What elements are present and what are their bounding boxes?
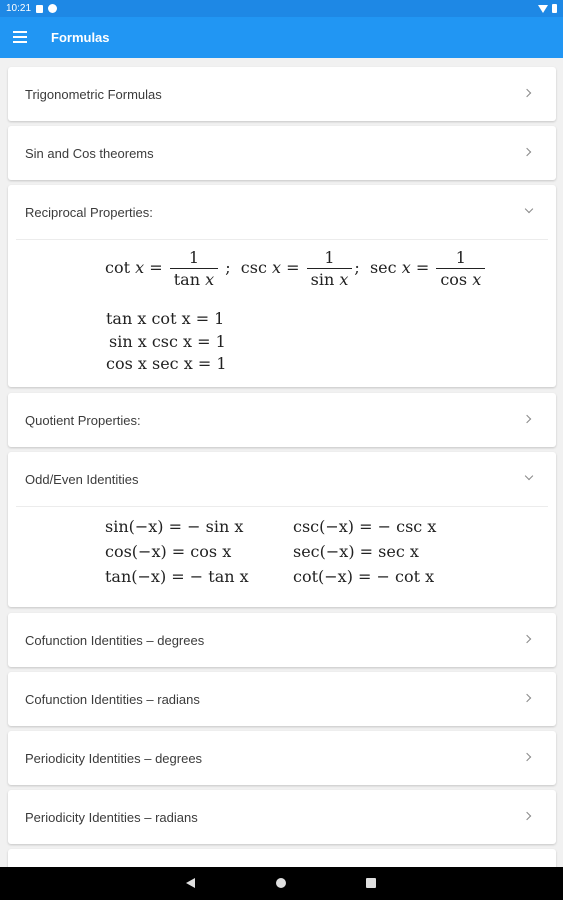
formula-list: Trigonometric Formulas Sin and Cos theor…	[0, 58, 563, 867]
section-quotient-properties[interactable]: Quotient Properties:	[8, 393, 556, 447]
home-icon[interactable]	[276, 878, 286, 888]
fraction: 1 cos x	[436, 248, 486, 289]
navigation-bar	[0, 867, 563, 900]
odd-even-identity: cot(−x) = − cot x	[293, 567, 435, 586]
section-title: Sin and Cos theorems	[25, 146, 154, 161]
odd-even-identity: sec(−x) = sec x	[293, 542, 419, 561]
back-icon[interactable]	[186, 878, 195, 888]
section-header[interactable]: Reciprocal Properties:	[8, 185, 556, 239]
odd-even-identity: tan(−x) = − tan x	[105, 567, 249, 586]
wifi-icon	[538, 4, 548, 13]
odd-even-identity: sin(−x) = − sin x	[105, 517, 244, 536]
chevron-right-icon	[522, 693, 532, 703]
section-title: Cofunction Identities – radians	[25, 692, 200, 707]
battery-icon	[552, 4, 557, 13]
section-header[interactable]: Trigonometric Formulas	[8, 67, 556, 121]
section-header[interactable]: Cofunction Identities – radians	[8, 672, 556, 726]
reciprocal-identity: cos x sec x = 1	[106, 354, 227, 373]
section-header[interactable]: Sin and Cos theorems	[8, 126, 556, 180]
section-header[interactable]: Periodicity Identities – degrees	[8, 731, 556, 785]
chevron-right-icon	[522, 811, 532, 821]
notification-icon	[36, 4, 44, 13]
status-time: 10:21	[6, 3, 32, 14]
section-periodicity-radians[interactable]: Periodicity Identities – radians	[8, 790, 556, 844]
chevron-right-icon	[522, 88, 532, 98]
odd-even-formulas: sin(−x) = − sin x cos(−x) = cos x tan(−x…	[8, 507, 556, 607]
section-title: Trigonometric Formulas	[25, 87, 162, 102]
section-header[interactable]: Quotient Properties:	[8, 393, 556, 447]
section-sin-cos-theorems[interactable]: Sin and Cos theorems	[8, 126, 556, 180]
fraction: 1 sin x	[306, 248, 353, 289]
fraction: 1 tan x	[169, 248, 219, 289]
chevron-down-icon	[524, 471, 534, 481]
reciprocal-identity: tan x cot x = 1	[106, 309, 225, 328]
chevron-right-icon	[522, 414, 532, 424]
reciprocal-formulas: cot x = 1 tan x ; csc x = 1 sin x; sec x =…	[8, 240, 556, 387]
section-reciprocal-properties: Reciprocal Properties: cot x = 1 tan x ; …	[8, 185, 556, 387]
section-title: Cofunction Identities – degrees	[25, 633, 205, 648]
section-header[interactable]: Cofunction Identities – degrees	[8, 613, 556, 667]
reciprocal-fraction-row: cot x = 1 tan x ; csc x = 1 sin x; sec x =…	[105, 248, 487, 289]
section-title: Periodicity Identities – radians	[25, 810, 198, 825]
section-title: Odd/Even Identities	[25, 472, 139, 487]
section-cofunction-radians[interactable]: Cofunction Identities – radians	[8, 672, 556, 726]
sync-icon	[48, 4, 58, 13]
section-header[interactable]: Odd/Even Identities	[8, 452, 556, 506]
section-title: Periodicity Identities – degrees	[25, 751, 203, 766]
section-cofunction-degrees[interactable]: Cofunction Identities – degrees	[8, 613, 556, 667]
odd-even-identity: csc(−x) = − csc x	[293, 517, 437, 536]
section-odd-even-identities: Odd/Even Identities sin(−x) = − sin x co…	[8, 452, 556, 607]
status-bar: 10:21	[0, 0, 563, 17]
chevron-right-icon	[522, 752, 532, 762]
section-title: Quotient Properties:	[25, 413, 141, 428]
odd-even-identity: cos(−x) = cos x	[105, 542, 232, 561]
section-next-partial[interactable]	[8, 849, 556, 867]
section-header[interactable]: Periodicity Identities – radians	[8, 790, 556, 844]
reciprocal-identity: sin x csc x = 1	[109, 332, 226, 351]
menu-icon[interactable]	[13, 31, 27, 43]
section-trigonometric-formulas[interactable]: Trigonometric Formulas	[8, 67, 556, 121]
section-periodicity-degrees[interactable]: Periodicity Identities – degrees	[8, 731, 556, 785]
section-title: Reciprocal Properties:	[25, 205, 153, 220]
chevron-right-icon	[522, 634, 532, 644]
recents-icon[interactable]	[366, 878, 376, 888]
page-title: Formulas	[51, 30, 110, 45]
app-bar: Formulas	[0, 17, 563, 58]
chevron-down-icon	[524, 204, 534, 214]
chevron-right-icon	[522, 147, 532, 157]
